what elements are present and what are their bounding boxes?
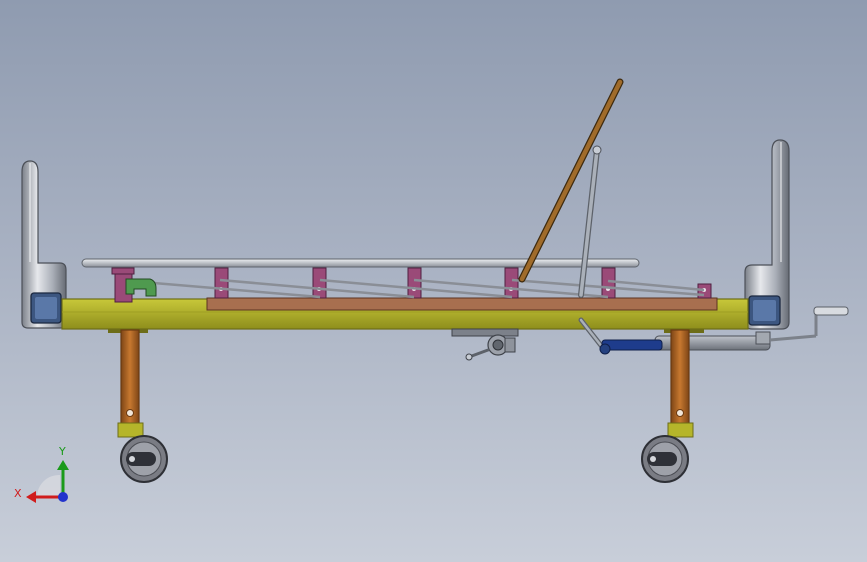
cad-viewport[interactable]: Y X bbox=[0, 0, 867, 562]
axis-triad: Y X bbox=[14, 445, 69, 503]
triad-plane-indicator bbox=[36, 474, 60, 497]
rail-latch-clip[interactable] bbox=[125, 278, 157, 297]
z-axis-dot bbox=[58, 492, 68, 502]
headboard-post[interactable] bbox=[21, 160, 67, 329]
caster-left[interactable] bbox=[120, 435, 168, 483]
x-axis-label: X bbox=[14, 487, 22, 500]
x-axis-arrowhead bbox=[26, 491, 36, 503]
side-rail[interactable] bbox=[81, 258, 712, 303]
bed-assembly-view[interactable]: Y X bbox=[0, 0, 867, 562]
crank-handle[interactable] bbox=[813, 306, 849, 316]
main-frame[interactable] bbox=[61, 297, 749, 330]
backrest[interactable] bbox=[518, 78, 624, 283]
deck-platform bbox=[206, 297, 718, 311]
y-axis-arrowhead bbox=[57, 460, 69, 470]
leg-left[interactable] bbox=[108, 329, 148, 438]
brake-mechanism[interactable] bbox=[451, 328, 519, 361]
footboard-post[interactable] bbox=[744, 139, 790, 330]
y-axis-label: Y bbox=[58, 445, 66, 458]
caster-right[interactable] bbox=[641, 435, 689, 483]
